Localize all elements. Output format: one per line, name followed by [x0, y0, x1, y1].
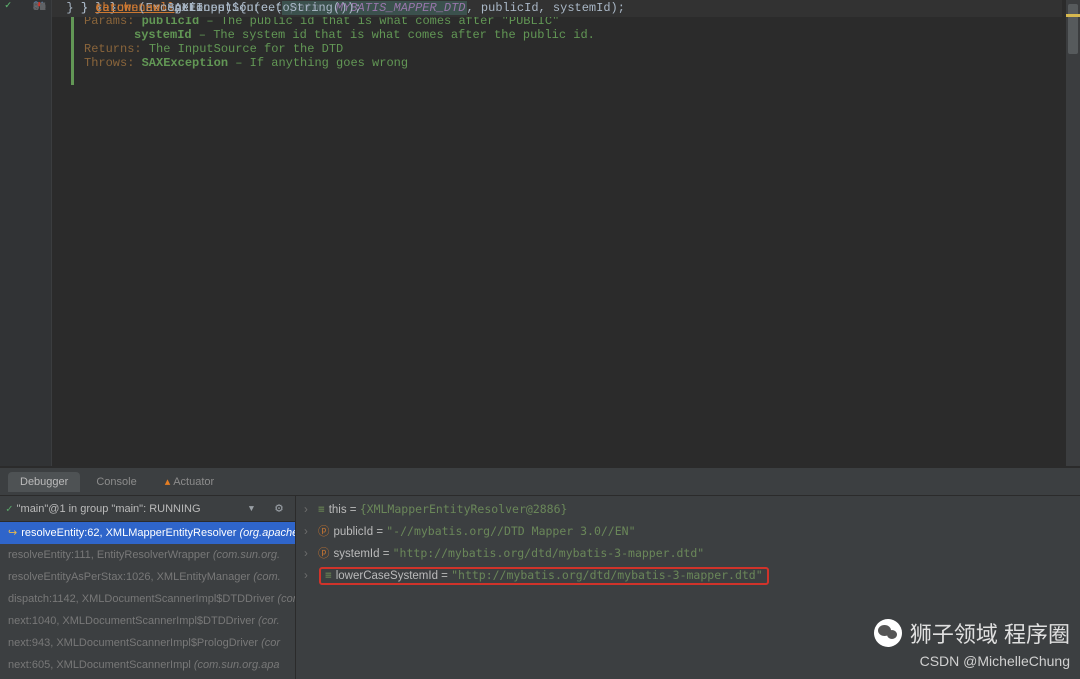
variable-row[interactable]: ›ⓟsystemId = "http://mybatis.org/dtd/myb…: [296, 542, 1080, 564]
frames-header[interactable]: ✓ "main"@1 in group "main": RUNNING ▾ ⚙: [0, 496, 295, 522]
code-line: }: [52, 0, 1062, 17]
thread-running-icon: ✓: [6, 502, 13, 516]
variable-row[interactable]: ›≡this = {XMLMapperEntityResolver@2886}: [296, 498, 1080, 520]
tab-actuator[interactable]: ▴Actuator: [153, 471, 227, 492]
variable-row[interactable]: ›≡lowerCaseSystemId = "http://mybatis.or…: [296, 564, 1080, 586]
scrollbar-thumb[interactable]: [1068, 4, 1078, 54]
debug-tabs: Debugger Console ▴Actuator: [0, 468, 1080, 496]
variables-pane: ›≡this = {XMLMapperEntityResolver@2886}›…: [296, 496, 1080, 679]
line-number[interactable]: 70: [0, 0, 46, 17]
editor-scrollbar[interactable]: [1066, 0, 1080, 466]
stack-frame[interactable]: resolveEntityAsPerStax:1026, XMLEntityMa…: [0, 566, 295, 588]
frames-toolbar[interactable]: ▾ ⚙: [248, 501, 289, 516]
tab-debugger[interactable]: Debugger: [8, 472, 80, 492]
stack-frame[interactable]: next:605, XMLDocumentScannerImpl (com.su…: [0, 654, 295, 676]
stack-frame[interactable]: next:943, XMLDocumentScannerImpl$PrologD…: [0, 632, 295, 654]
stack-frame[interactable]: ↪resolveEntity:62, XMLMapperEntityResolv…: [0, 522, 295, 544]
code-area[interactable]: private static final String MYBATIS_MAPP…: [52, 0, 1062, 466]
scrollbar-mark: [1066, 14, 1080, 17]
actuator-icon: ▴: [165, 476, 171, 488]
tab-console[interactable]: Console: [84, 472, 148, 492]
editor-pane: Reader Mode ⦸ ✓ 38 39 40 41 42 55 56 o↑ …: [0, 0, 1080, 466]
stack-frame[interactable]: dispatch:1142, XMLDocumentScannerImpl$DT…: [0, 588, 295, 610]
stack-frame[interactable]: next:1040, XMLDocumentScannerImpl$DTDDri…: [0, 610, 295, 632]
thread-name: "main"@1 in group "main": RUNNING: [17, 503, 201, 515]
gutter[interactable]: 38 39 40 41 42 55 56 o↑ 57 58 59 ● 60 61…: [0, 0, 52, 466]
frames-pane: ✓ "main"@1 in group "main": RUNNING ▾ ⚙ …: [0, 496, 296, 679]
variable-row[interactable]: ›ⓟpublicId = "-//mybatis.org//DTD Mapper…: [296, 520, 1080, 542]
debug-panel: Debugger Console ▴Actuator ✓ "main"@1 in…: [0, 466, 1080, 679]
stack-frame[interactable]: resolveEntity:111, EntityResolverWrapper…: [0, 544, 295, 566]
